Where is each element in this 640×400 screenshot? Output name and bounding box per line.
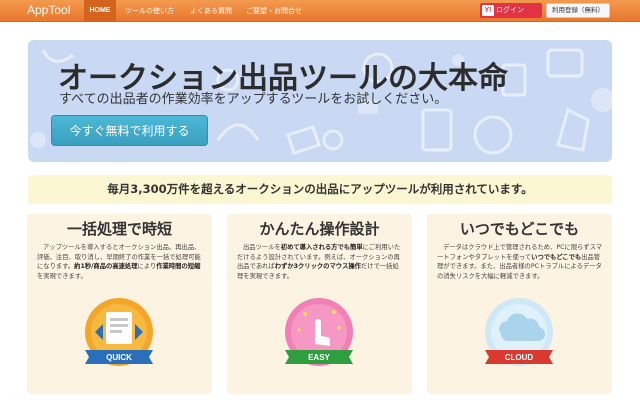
feature-text-emphasis: 初めて導入される方でも簡単 [280,244,363,251]
brand-logo[interactable]: AppTool [27,3,70,17]
feature-text: により [137,263,157,271]
login-label: ログイン [496,6,524,14]
easy-badge-label: EASY [308,353,330,362]
feature-description: 出品ツールを初めて導入される方でも簡単にご利用いただけるよう設計されています。例… [237,243,403,281]
cloud-badge-icon: CLOUD [485,298,553,366]
hero-banner: オークション出品ツールの大本命 すべての出品者の作業効率をアップするツールをお試… [28,40,612,162]
feature-title: いつでもどこでも [459,220,580,238]
feature-card-easy: かんたん操作設計 出品ツールを初めて導入される方でも簡単にご利用いただけるよう設… [227,214,412,394]
nav-how-to-use[interactable]: ツールの使い方 [125,0,174,22]
quick-badge-icon: QUICK [85,298,153,366]
quick-badge-label: QUICK [106,353,132,362]
feature-text-emphasis: わずか3クリックのマウス操作 [274,263,361,271]
feature-text-emphasis: 作業時間の短縮 [156,263,201,271]
register-button[interactable]: 利用登録（無料） [546,3,610,18]
cloud-badge-label: CLOUD [505,353,534,362]
top-navbar: AppTool HOME ツールの使い方 よくある質問 ご要望・お問合せ Y! ロ… [0,0,640,22]
feature-title: 一括処理で時短 [66,220,172,238]
login-button[interactable]: Y! ログイン [480,3,542,18]
feature-card-quick: 一括処理で時短 アップツールを導入するとオークション出品、再出品、評価、注目、取… [27,214,212,394]
nav-contact[interactable]: ご要望・お問合せ [246,0,302,22]
feature-text: を実現できます。 [37,272,87,280]
feature-text-emphasis: いつでもどこでも [531,253,582,261]
yahoo-icon: Y! [482,5,494,16]
nav-faq[interactable]: よくある質問 [190,0,232,22]
feature-text-emphasis: 約1秒/商品の高速処理 [74,263,138,271]
try-free-button[interactable]: 今すぐ無料で利用する [51,115,208,146]
feature-description: データはクラウド上で管理されるため、PCに限らずスマートフォンやタブレットを使っ… [437,243,603,281]
feature-card-cloud: いつでもどこでも データはクラウド上で管理されるため、PCに限らずスマートフォン… [427,214,612,394]
feature-text: 出品ツールを [243,244,281,251]
easy-badge-icon: EASY [285,298,353,366]
usage-banner: 毎月3,300万件を超えるオークションの出品にアップツールが利用されています。 [28,175,612,204]
feature-title: かんたん操作設計 [259,220,380,238]
feature-description: アップツールを導入するとオークション出品、再出品、評価、注目、取り消し、早期終了… [37,243,203,281]
hero-subtitle: すべての出品者の作業効率をアップするツールをお試しください。 [59,92,448,107]
nav-home[interactable]: HOME [84,0,116,22]
